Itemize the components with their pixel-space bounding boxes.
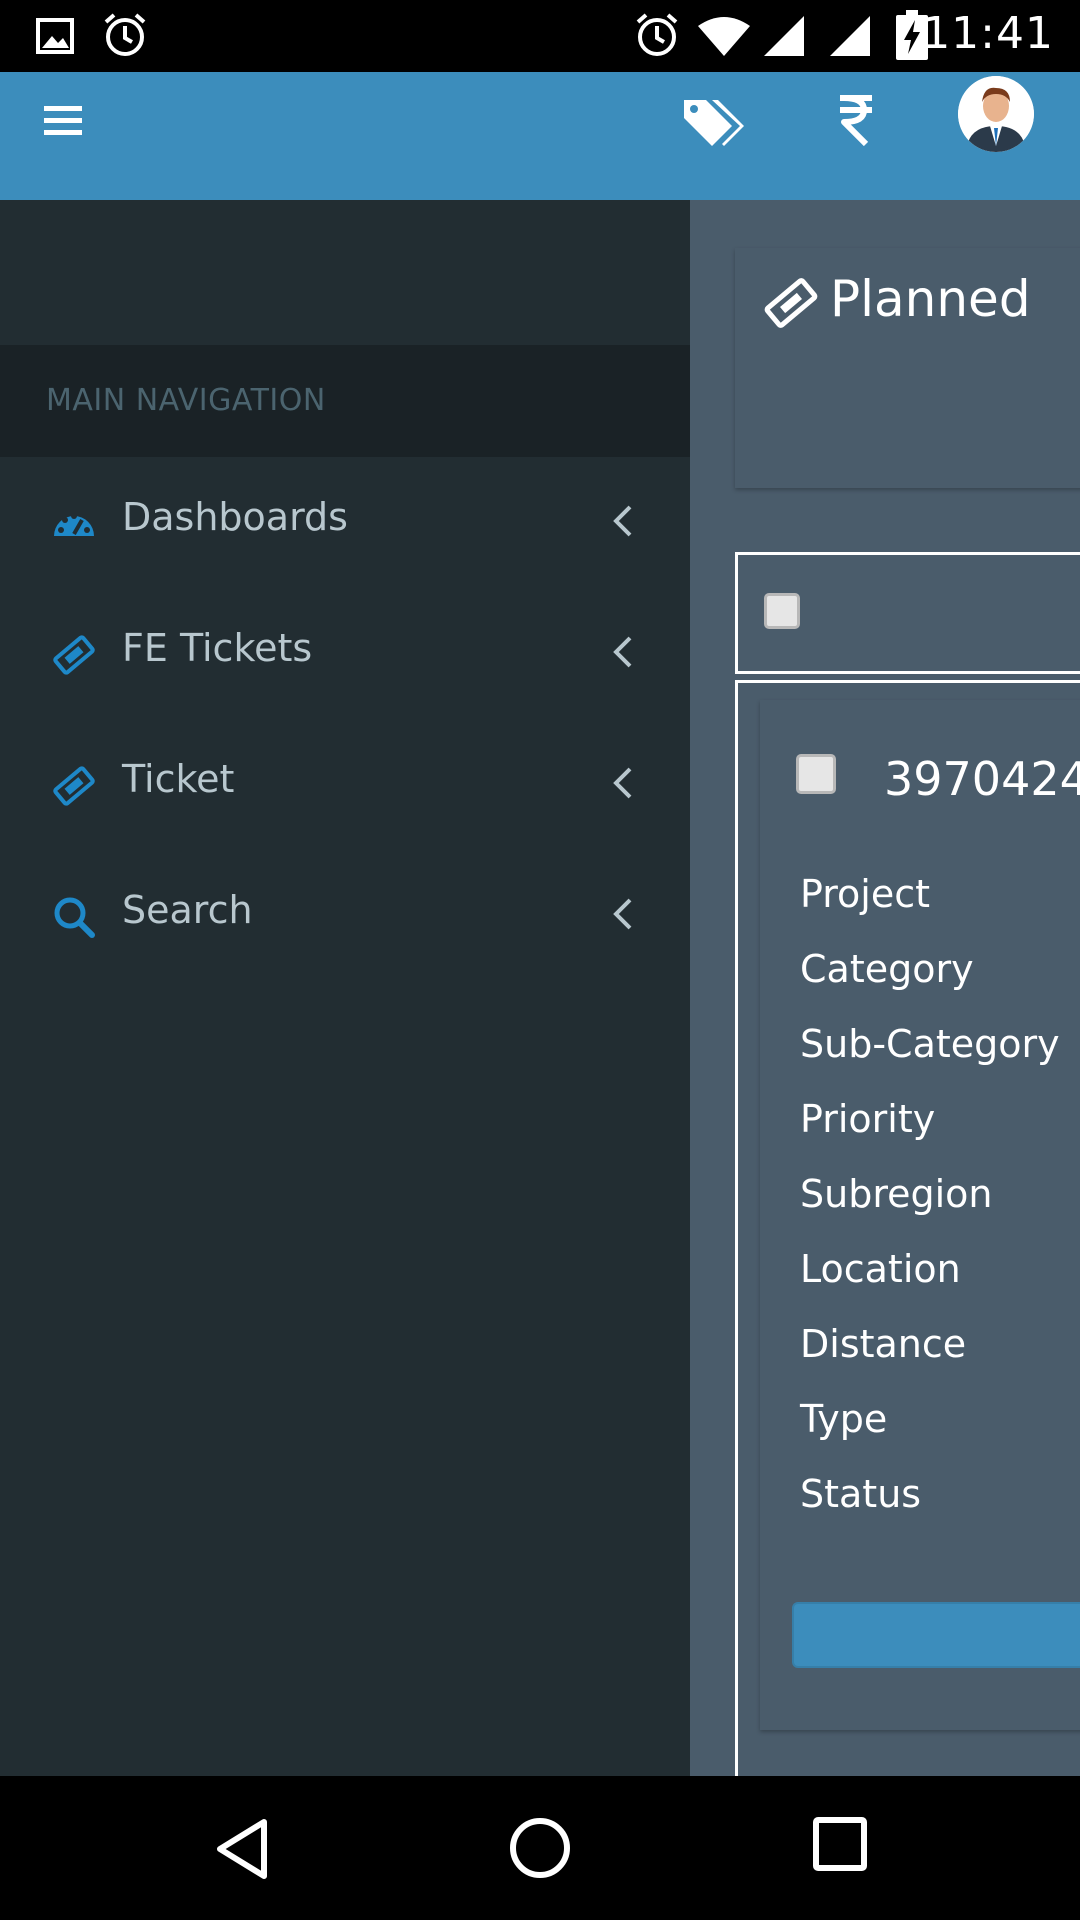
chevron-left-icon [613,636,632,668]
sidebar-item-ticket[interactable]: Ticket [0,719,690,850]
image-icon [36,18,74,54]
field-project: Project [800,872,931,916]
tags-icon[interactable] [682,96,750,152]
sidebar: MAIN NAVIGATION Dashboards FE Tickets Ti… [0,200,690,1776]
back-icon[interactable] [212,1816,272,1882]
ticket-icon [53,635,95,675]
ticket-icon [764,278,818,328]
dashboard-icon [54,513,94,536]
field-sub-category: Sub-Category [800,1022,1060,1066]
app-header [0,72,1080,200]
sidebar-item-label: Dashboards [122,495,348,539]
page-title: Planned [830,270,1031,328]
system-navigation-bar [0,1776,1080,1920]
field-distance: Distance [800,1322,967,1366]
sidebar-item-search[interactable]: Search [0,850,690,981]
home-icon[interactable] [508,1816,572,1880]
ticket-icon [53,766,95,806]
sidebar-logo-area [0,200,690,345]
status-bar: 11:41 [0,0,1080,72]
field-type: Type [800,1397,888,1441]
nav-header: MAIN NAVIGATION [0,345,690,457]
select-all-bar [735,552,1080,674]
sidebar-item-label: Search [122,888,253,932]
field-status: Status [800,1472,922,1516]
avatar-image [958,76,1034,152]
field-subregion: Subregion [800,1172,993,1216]
alarm-icon [636,13,678,56]
sidebar-item-dashboards[interactable]: Dashboards [0,457,690,588]
signal-icon [764,16,804,56]
menu-icon[interactable] [44,104,82,138]
field-category: Category [800,947,974,991]
field-priority: Priority [800,1097,936,1141]
wifi-icon [698,17,750,56]
rupee-icon[interactable] [838,94,874,146]
sidebar-item-label: Ticket [122,757,235,801]
user-avatar[interactable] [958,76,1034,152]
field-location: Location [800,1247,961,1291]
alarm-icon [104,13,146,56]
chevron-left-icon [613,505,632,537]
clock: 11:41 [922,8,1054,59]
card-action-button[interactable] [792,1602,1080,1668]
signal-icon [830,16,870,56]
chevron-left-icon [613,767,632,799]
main-content: Planned 39704240 Project Category Sub-Ca… [690,200,1080,1776]
select-all-checkbox[interactable] [764,593,800,629]
ticket-id: 39704240 [884,752,1080,806]
recents-icon[interactable] [812,1816,868,1872]
ticket-checkbox[interactable] [796,754,836,794]
chevron-left-icon [613,898,632,930]
search-icon [54,897,95,938]
sidebar-item-fe-tickets[interactable]: FE Tickets [0,588,690,719]
sidebar-item-label: FE Tickets [122,626,313,670]
